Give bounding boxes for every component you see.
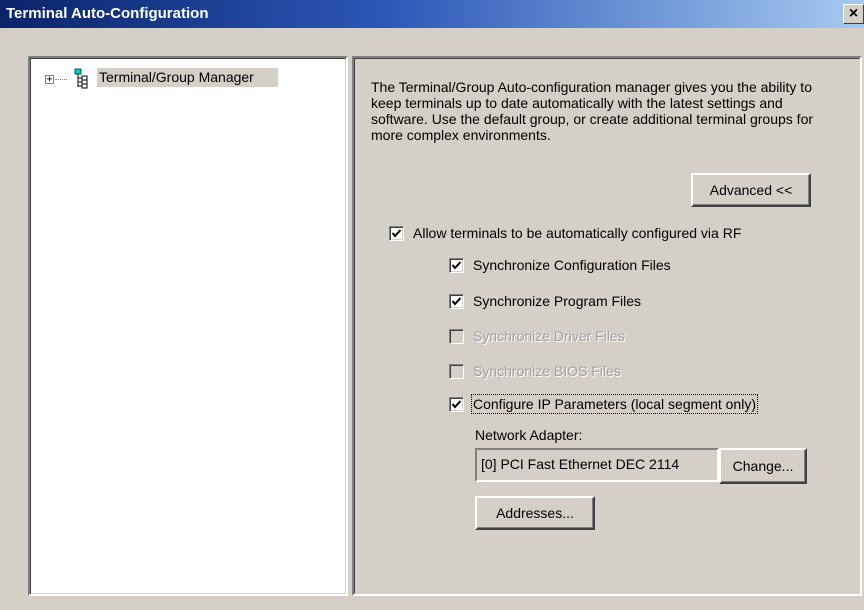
- check-icon: [451, 261, 462, 270]
- network-adapter-label: Network Adapter:: [475, 427, 583, 443]
- title-bar[interactable]: Terminal Auto-Configuration ×: [0, 0, 864, 28]
- window-title: Terminal Auto-Configuration: [6, 5, 209, 22]
- allow-rf-checkbox[interactable]: [389, 226, 404, 241]
- check-icon: [391, 229, 402, 238]
- network-tree-icon: [74, 68, 88, 89]
- advanced-button[interactable]: Advanced <<: [691, 173, 811, 207]
- configure-ip-checkbox[interactable]: [449, 397, 464, 412]
- expand-icon[interactable]: +: [45, 75, 54, 85]
- allow-rf-label: Allow terminals to be automatically conf…: [413, 225, 742, 241]
- sync-program-label: Synchronize Program Files: [473, 293, 642, 309]
- tree-panel: + Terminal/Group Manager: [28, 56, 348, 596]
- sync-driver-label: Synchronize Driver Files: [473, 328, 625, 344]
- close-icon: ×: [848, 5, 859, 22]
- change-button[interactable]: Change...: [719, 448, 807, 484]
- sync-driver-checkbox: [449, 329, 464, 344]
- close-button[interactable]: ×: [843, 4, 864, 24]
- tree-connector: [55, 79, 67, 80]
- tree-item-label[interactable]: Terminal/Group Manager: [97, 68, 278, 87]
- check-icon: [451, 400, 462, 409]
- description-text: The Terminal/Group Auto-configuration ma…: [371, 79, 814, 143]
- sync-config-checkbox[interactable]: [449, 258, 464, 273]
- sync-bios-label: Synchronize BIOS Files: [473, 363, 621, 379]
- addresses-button[interactable]: Addresses...: [475, 496, 595, 530]
- network-adapter-field: [0] PCI Fast Ethernet DEC 2114: [475, 448, 719, 482]
- settings-panel: The Terminal/Group Auto-configuration ma…: [352, 56, 862, 596]
- sync-program-checkbox[interactable]: [449, 294, 464, 309]
- check-icon: [451, 297, 462, 306]
- sync-config-label: Synchronize Configuration Files: [473, 257, 671, 273]
- configure-ip-label: Configure IP Parameters (local segment o…: [471, 394, 758, 414]
- sync-bios-checkbox: [449, 364, 464, 379]
